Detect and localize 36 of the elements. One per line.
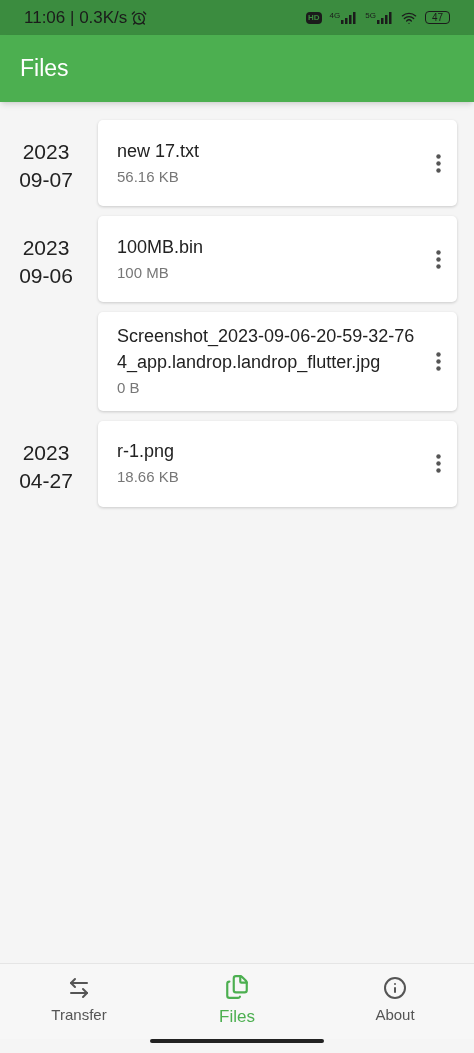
date-day: 09-07 — [19, 166, 73, 194]
network-label: 4G — [329, 11, 341, 20]
file-name: new 17.txt — [117, 139, 201, 163]
nav-tab[interactable]: Transfer — [0, 964, 158, 1039]
network-label: 5G — [365, 11, 376, 20]
file-card[interactable]: r-1.png 18.66 KB — [98, 420, 457, 507]
signal-icon — [376, 11, 393, 24]
file-card[interactable]: Screenshot_2023-09-06-20-59-32-764_app.landrop.landrop_flutter.jpg 0 B — [98, 312, 457, 411]
app-bar-title: Files — [20, 54, 69, 84]
date-year: 2023 — [22, 235, 70, 261]
file-card[interactable]: 100MB.bin 100 MB — [98, 216, 457, 302]
transfer-arrows-icon — [67, 976, 91, 1001]
date-day: 04-27 — [19, 466, 73, 495]
file-size: 18.66 KB — [117, 467, 180, 488]
alarm-icon — [131, 9, 148, 26]
file-size: 56.16 KB — [117, 166, 180, 187]
file-size: 100 MB — [117, 262, 170, 283]
file-card[interactable]: new 17.txt 56.16 KB — [98, 120, 457, 206]
battery-indicator: 47 — [424, 11, 450, 24]
more-options-icon — [436, 153, 441, 173]
date-year: 2023 — [22, 139, 70, 165]
status-time: 11:06 | 0.3K/s — [24, 6, 128, 29]
more-options-icon — [436, 249, 441, 269]
info-icon — [383, 976, 407, 1001]
more-options-icon — [436, 454, 441, 473]
file-name: 100MB.bin — [117, 235, 205, 259]
nav-tab[interactable]: About — [316, 964, 474, 1039]
file-name: Screenshot_2023-09-06-20-59-32-764_app.landrop.landrop_flutter.jpg — [117, 325, 416, 375]
hd-badge: HD — [305, 11, 322, 24]
file-size: 0 B — [117, 378, 141, 398]
file-name: r-1.png — [117, 440, 176, 464]
date-year: 2023 — [22, 439, 70, 466]
files-icon — [224, 973, 250, 1000]
more-options-icon — [436, 351, 441, 371]
signal-icon — [341, 11, 358, 24]
date-day: 09-06 — [19, 262, 73, 290]
